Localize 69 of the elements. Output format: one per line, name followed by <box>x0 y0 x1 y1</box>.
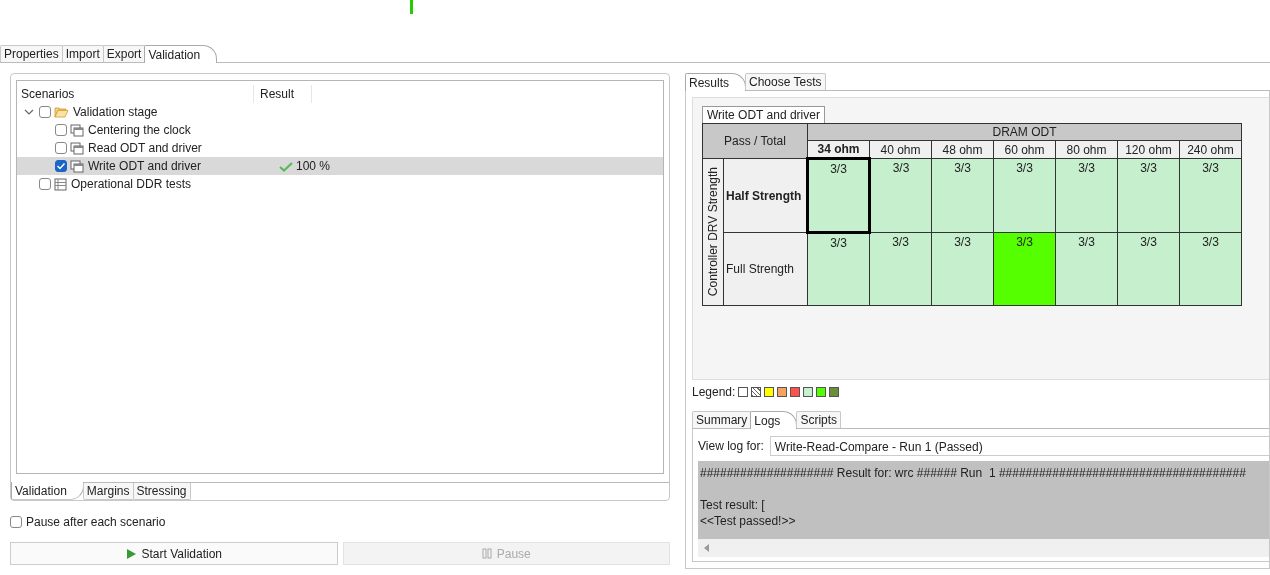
field-label: View log for: <box>698 439 764 453</box>
checkbox[interactable] <box>55 124 67 136</box>
log-line: <<Test passed!>> <box>700 513 797 529</box>
tree-row[interactable]: Operational DDR tests <box>17 175 663 193</box>
grid-cell[interactable]: 3/3 <box>869 232 932 306</box>
check-icon <box>56 161 66 171</box>
grid-cell[interactable]: 3/3 <box>1055 158 1118 233</box>
tree-row[interactable]: Read ODT and driver <box>17 139 663 157</box>
indicator-mark <box>410 0 413 14</box>
tab[interactable]: Summary <box>692 411 752 428</box>
log-run-dropdown[interactable]: Write-Read-Compare - Run 1 (Passed) <box>769 436 1269 456</box>
folder-icon <box>54 105 69 119</box>
grid-cell[interactable]: 3/3 <box>807 158 870 233</box>
checkbox[interactable] <box>39 178 51 190</box>
checkbox[interactable] <box>55 142 67 154</box>
row-group-header: Controller DRV Strength <box>706 167 720 297</box>
scenario-label: Write ODT and driver <box>88 159 201 173</box>
row-header: Half Strength <box>723 158 808 233</box>
tab[interactable]: Margins <box>82 483 134 500</box>
tree-row[interactable]: Validation stage <box>17 103 663 121</box>
scenario-label: Centering the clock <box>88 123 191 137</box>
tab[interactable]: Import <box>61 45 104 62</box>
play-icon <box>125 547 137 560</box>
scenario-label: Operational DDR tests <box>71 177 192 191</box>
tab[interactable]: Scripts <box>796 411 842 428</box>
checkbox[interactable] <box>39 106 51 118</box>
grid-cell[interactable]: 3/3 <box>993 232 1056 306</box>
stacked-windows-icon <box>70 159 84 173</box>
grid-cell[interactable]: 3/3 <box>869 158 932 233</box>
checkbox[interactable] <box>55 160 67 172</box>
column-header[interactable]: Result <box>254 85 312 103</box>
grid-cell[interactable]: 3/3 <box>1117 158 1180 233</box>
tab[interactable]: Export <box>102 45 146 62</box>
pause-icon <box>481 548 492 559</box>
scenario-label: Validation stage <box>73 105 158 119</box>
grid-cell[interactable]: 3/3 <box>993 158 1056 233</box>
tab[interactable]: Validation <box>144 45 218 63</box>
checkbox[interactable] <box>10 516 22 528</box>
log-line: Test result: [ <box>700 497 766 513</box>
corner-header: Pass / Total <box>702 123 808 159</box>
checkbox-label: Pause after each scenario <box>26 515 166 529</box>
tab[interactable]: Stressing <box>132 483 191 500</box>
table-icon <box>54 177 67 191</box>
column-header[interactable]: Scenarios <box>17 85 254 103</box>
tab[interactable]: Results <box>685 73 746 91</box>
grid-cell[interactable]: 3/3 <box>1179 158 1242 233</box>
grid-cell[interactable]: 3/3 <box>1179 232 1242 306</box>
tab[interactable]: Choose Tests <box>745 73 826 90</box>
row-header: Full Strength <box>723 232 808 306</box>
scenario-label: Read ODT and driver <box>88 141 202 155</box>
grid-cell[interactable]: 3/3 <box>931 158 994 233</box>
legend-label: Legend: <box>692 385 736 399</box>
tab[interactable]: Properties <box>0 45 63 62</box>
tab[interactable]: Logs <box>750 411 798 429</box>
tree-row[interactable]: Write ODT and driver 100 % <box>17 157 663 175</box>
action-button[interactable]: Start Validation <box>10 542 338 565</box>
tab[interactable]: Validation <box>11 482 84 500</box>
check-icon <box>279 160 293 172</box>
log-line: #################### Result for: wrc ###### Run 1 ##################################### <box>700 465 1247 481</box>
stacked-windows-icon <box>70 123 84 137</box>
tree-row[interactable]: Centering the clock <box>17 121 663 139</box>
result-text: 100 % <box>296 159 331 173</box>
stacked-windows-icon <box>70 141 84 155</box>
scroll-left-icon[interactable] <box>703 543 710 553</box>
column-group-header: DRAM ODT <box>807 123 1242 141</box>
grid-cell[interactable]: 3/3 <box>1117 232 1180 306</box>
grid-cell[interactable]: 3/3 <box>931 232 994 306</box>
grid-cell[interactable]: 3/3 <box>1055 232 1118 306</box>
grid-cell[interactable]: 3/3 <box>807 232 870 306</box>
